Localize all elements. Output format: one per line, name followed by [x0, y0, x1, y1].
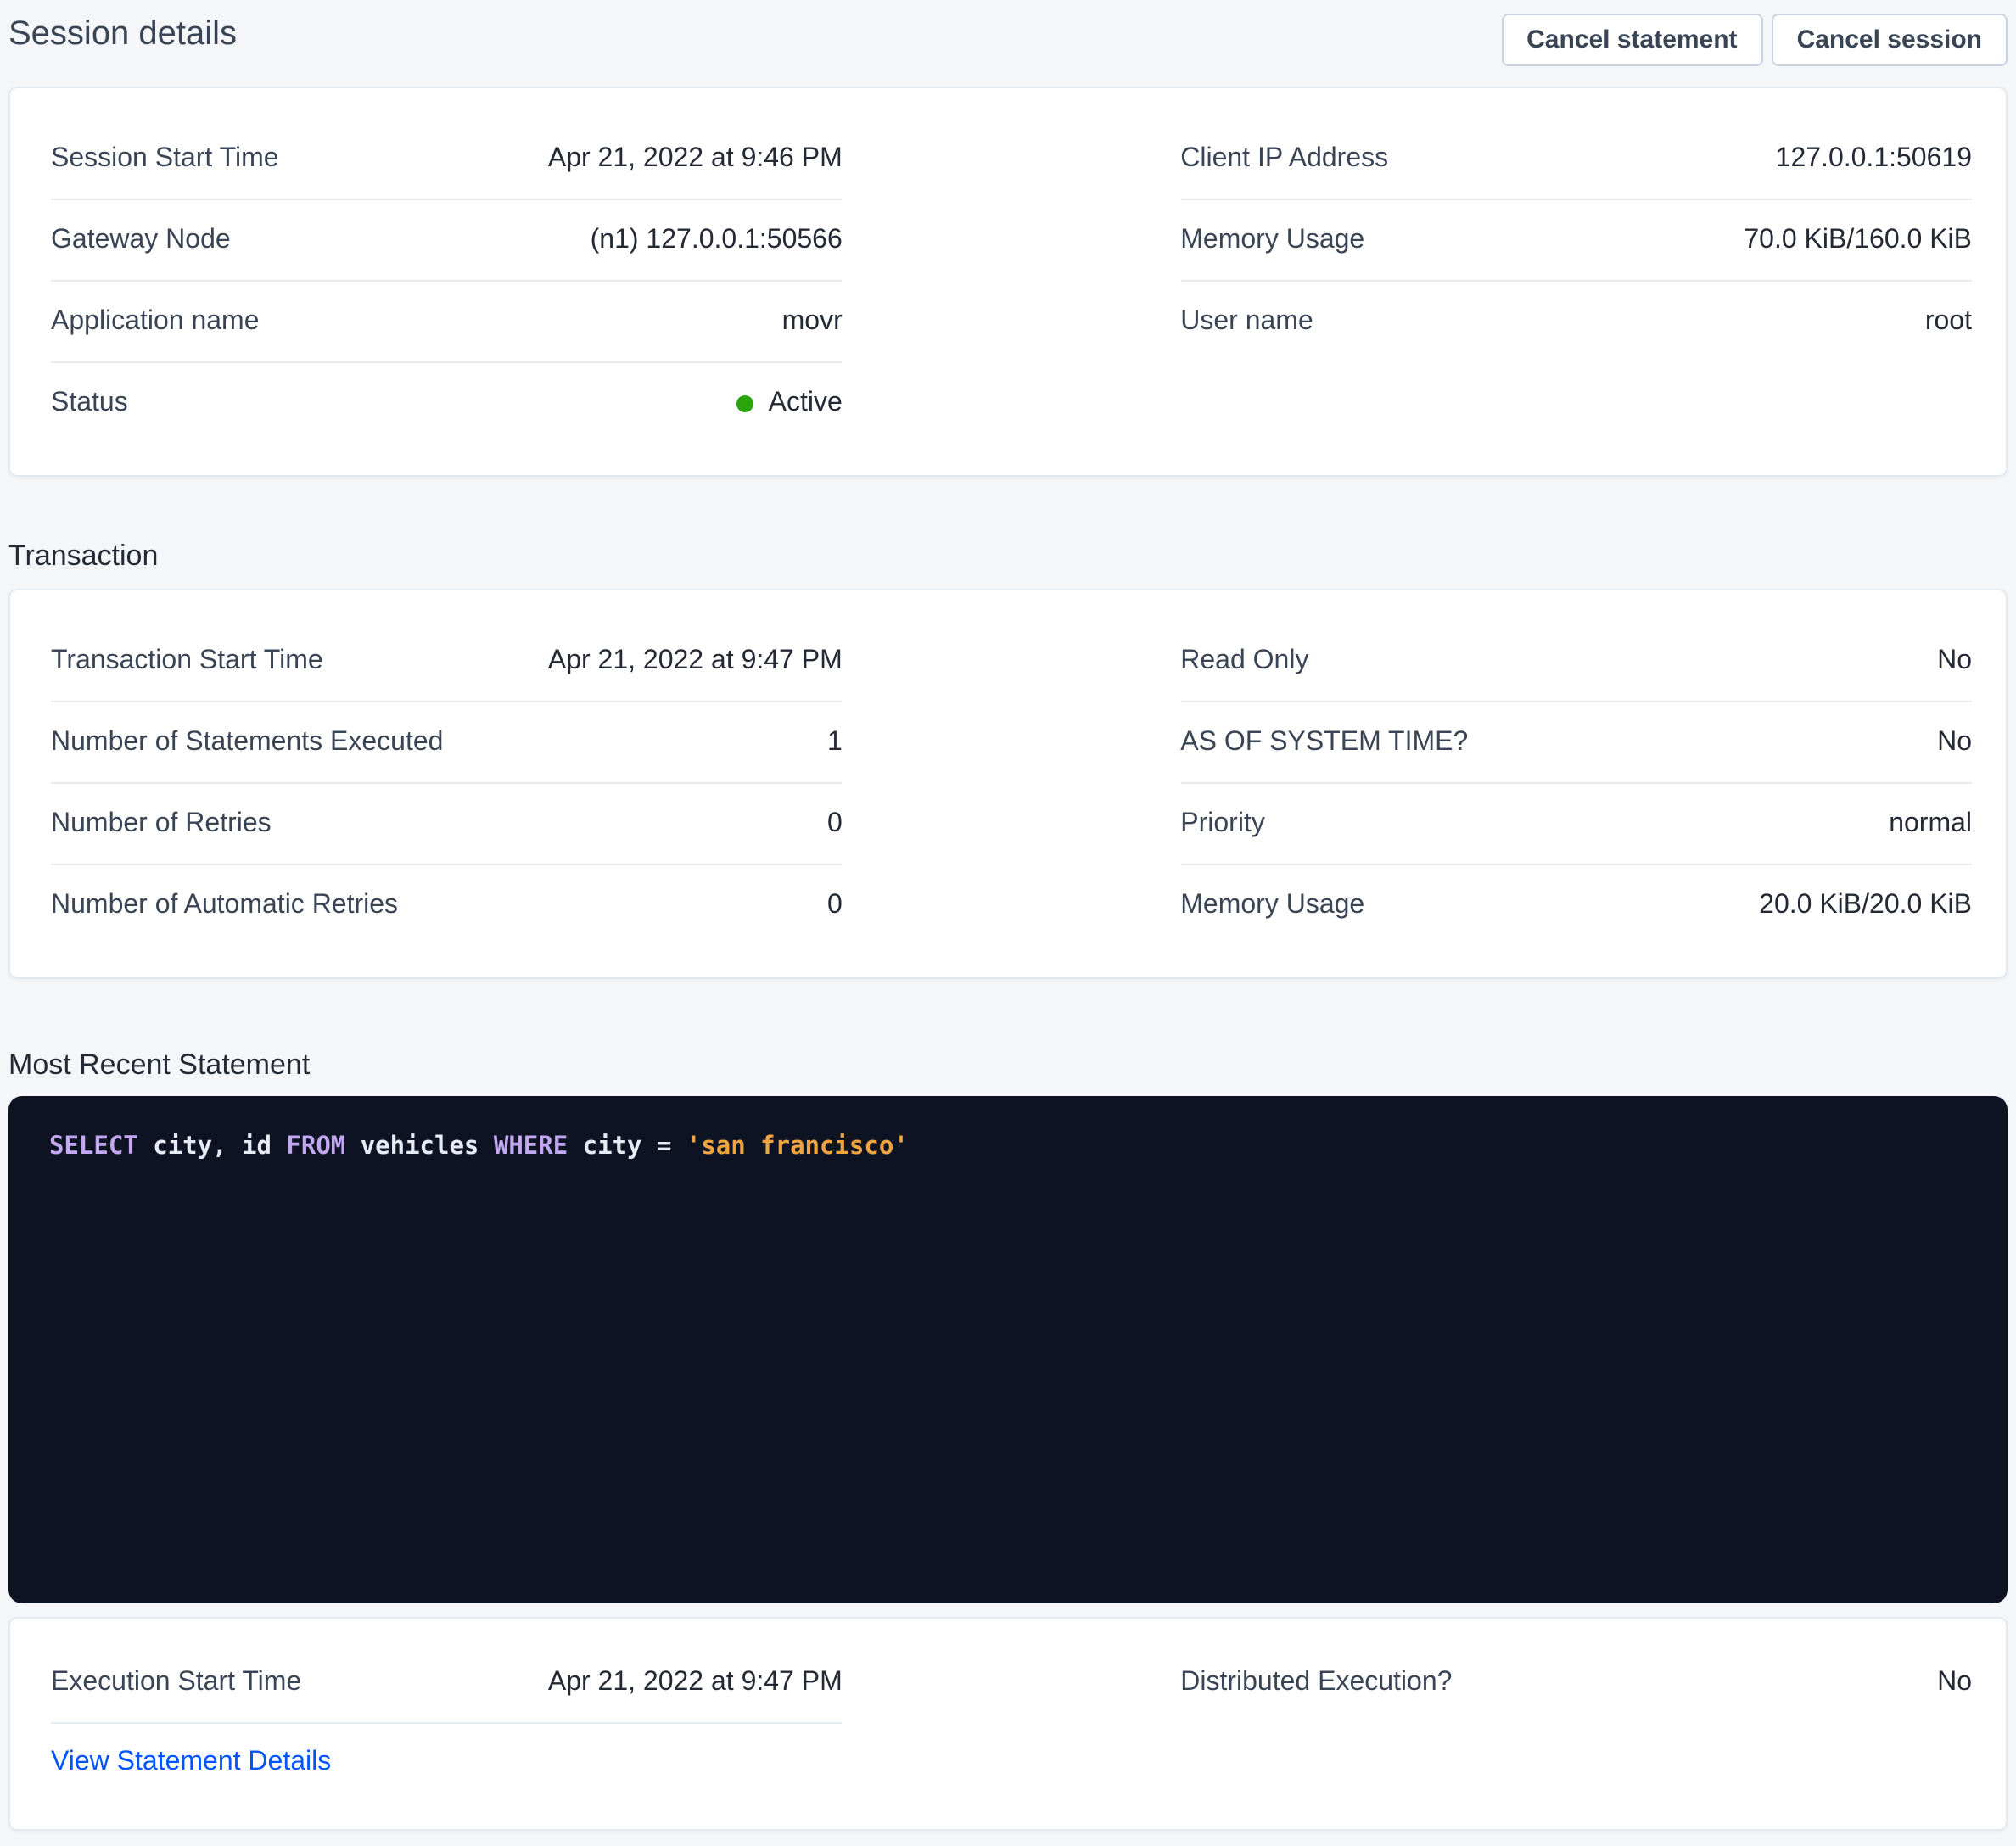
sql-statement: SELECT city, id FROM vehicles WHERE city… — [49, 1128, 1967, 1166]
transaction-memory-usage-label: Memory Usage — [1180, 891, 1364, 921]
status-label: Status — [51, 389, 128, 419]
row-transaction-memory-usage: Memory Usage 20.0 KiB/20.0 KiB — [1180, 865, 1972, 947]
row-session-memory-usage: Memory Usage 70.0 KiB/160.0 KiB — [1180, 200, 1972, 282]
row-automatic-retries: Number of Automatic Retries 0 — [51, 865, 843, 947]
client-ip-value: 127.0.0.1:50619 — [1776, 143, 1972, 174]
read-only-value: No — [1937, 646, 1972, 676]
view-statement-details-row: View Statement Details — [51, 1744, 843, 1782]
session-memory-usage-label: Memory Usage — [1180, 225, 1364, 255]
header-actions: Cancel statement Cancel session — [1501, 10, 2008, 66]
row-client-ip: Client IP Address 127.0.0.1:50619 — [1180, 119, 1972, 200]
view-statement-details-link[interactable]: View Statement Details — [51, 1748, 331, 1776]
transaction-right-column: Read Only No AS OF SYSTEM TIME? No Prior… — [1180, 621, 1972, 947]
execution-start-time-label: Execution Start Time — [51, 1667, 301, 1698]
session-start-time-label: Session Start Time — [51, 143, 279, 174]
application-name-value: movr — [782, 306, 843, 337]
session-memory-usage-value: 70.0 KiB/160.0 KiB — [1744, 225, 1972, 255]
automatic-retries-label: Number of Automatic Retries — [51, 891, 398, 921]
row-application-name: Application name movr — [51, 282, 843, 363]
gateway-node-label: Gateway Node — [51, 225, 231, 255]
row-user-name: User name root — [1180, 282, 1972, 363]
sql-string-literal: 'san francisco' — [686, 1133, 909, 1161]
application-name-label: Application name — [51, 306, 260, 337]
status-active-dot-icon — [736, 395, 753, 412]
priority-value: normal — [1889, 808, 1972, 839]
sql-keyword: WHERE — [494, 1133, 568, 1161]
session-left-column: Session Start Time Apr 21, 2022 at 9:46 … — [51, 119, 843, 445]
priority-label: Priority — [1180, 808, 1265, 839]
execution-right-column: Distributed Execution? No — [1180, 1642, 1972, 1782]
row-execution-start-time: Execution Start Time Apr 21, 2022 at 9:4… — [51, 1642, 843, 1724]
read-only-label: Read Only — [1180, 646, 1308, 676]
cancel-statement-button[interactable]: Cancel statement — [1501, 14, 1762, 66]
row-distributed-execution: Distributed Execution? No — [1180, 1642, 1972, 1724]
execution-card: Execution Start Time Apr 21, 2022 at 9:4… — [8, 1617, 2008, 1831]
sql-text: vehicles — [345, 1133, 494, 1161]
row-number-of-retries: Number of Retries 0 — [51, 784, 843, 865]
execution-start-time-value: Apr 21, 2022 at 9:47 PM — [548, 1667, 843, 1698]
session-details-page: Session details Cancel statement Cancel … — [0, 0, 2016, 1846]
execution-left-column: Execution Start Time Apr 21, 2022 at 9:4… — [51, 1642, 843, 1782]
user-name-value: root — [1925, 307, 1972, 338]
page-header: Session details Cancel statement Cancel … — [8, 0, 2008, 66]
page-title: Session details — [8, 10, 237, 58]
distributed-execution-value: No — [1937, 1668, 1972, 1698]
sql-text: city, id — [138, 1133, 287, 1161]
sql-text: city = — [568, 1133, 686, 1161]
row-read-only: Read Only No — [1180, 621, 1972, 702]
transaction-heading: Transaction — [8, 538, 2008, 575]
session-right-column: Client IP Address 127.0.0.1:50619 Memory… — [1180, 119, 1972, 445]
as-of-system-time-value: No — [1937, 727, 1972, 758]
gateway-node-link[interactable]: (n1) 127.0.0.1:50566 — [591, 225, 843, 255]
status-badge: Active — [736, 389, 843, 419]
cancel-session-button[interactable]: Cancel session — [1772, 14, 2008, 66]
row-statements-executed: Number of Statements Executed 1 — [51, 702, 843, 784]
row-transaction-start-time: Transaction Start Time Apr 21, 2022 at 9… — [51, 621, 843, 702]
transaction-start-time-value: Apr 21, 2022 at 9:47 PM — [548, 646, 843, 676]
transaction-start-time-label: Transaction Start Time — [51, 646, 323, 676]
transaction-card: Transaction Start Time Apr 21, 2022 at 9… — [8, 589, 2008, 979]
row-priority: Priority normal — [1180, 784, 1972, 865]
status-text: Active — [769, 389, 843, 419]
sql-keyword: SELECT — [49, 1133, 138, 1161]
automatic-retries-value: 0 — [827, 891, 843, 921]
as-of-system-time-label: AS OF SYSTEM TIME? — [1180, 727, 1468, 758]
row-gateway-node: Gateway Node (n1) 127.0.0.1:50566 — [51, 200, 843, 282]
statements-executed-value: 1 — [827, 727, 843, 758]
session-start-time-value: Apr 21, 2022 at 9:46 PM — [548, 143, 843, 174]
statements-executed-label: Number of Statements Executed — [51, 727, 443, 758]
session-summary-card: Session Start Time Apr 21, 2022 at 9:46 … — [8, 87, 2008, 477]
client-ip-label: Client IP Address — [1180, 143, 1388, 174]
user-name-label: User name — [1180, 307, 1313, 338]
number-of-retries-value: 0 — [827, 808, 843, 839]
transaction-left-column: Transaction Start Time Apr 21, 2022 at 9… — [51, 621, 843, 947]
distributed-execution-label: Distributed Execution? — [1180, 1668, 1452, 1698]
transaction-memory-usage-value: 20.0 KiB/20.0 KiB — [1759, 891, 1972, 921]
most-recent-statement-box: SELECT city, id FROM vehicles WHERE city… — [8, 1096, 2008, 1603]
sql-keyword: FROM — [286, 1133, 345, 1161]
number-of-retries-label: Number of Retries — [51, 808, 272, 839]
row-status: Status Active — [51, 363, 843, 445]
row-session-start-time: Session Start Time Apr 21, 2022 at 9:46 … — [51, 119, 843, 200]
most-recent-statement-heading: Most Recent Statement — [8, 1047, 2008, 1084]
row-as-of-system-time: AS OF SYSTEM TIME? No — [1180, 702, 1972, 784]
